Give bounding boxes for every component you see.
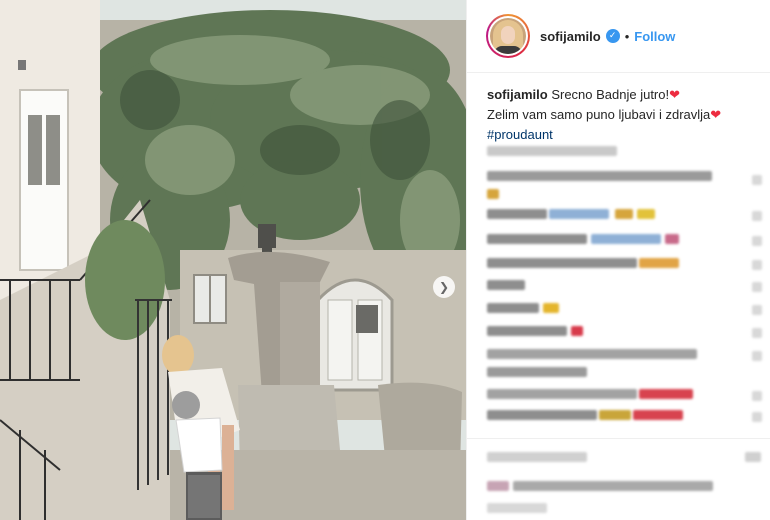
caption-line-1: Srecno Badnje jutro! — [551, 87, 670, 102]
caption-line-2: Zelim vam samo puno ljubavi i zdravlja — [487, 107, 711, 122]
post-caption: sofijamilo Srecno Badnje jutro!❤ Zelim v… — [467, 73, 770, 144]
post-photo[interactable]: ❯ — [0, 0, 466, 520]
instagram-post: ❯ sofijamilo ✓ • Follow sofijamilo Srecn… — [0, 0, 770, 520]
next-photo-button[interactable]: ❯ — [433, 276, 455, 298]
story-ring[interactable] — [486, 14, 530, 58]
heart-emoji-icon: ❤ — [710, 108, 722, 123]
post-actions-footer — [467, 438, 770, 520]
avatar[interactable] — [490, 18, 526, 54]
heart-emoji-icon: ❤ — [669, 88, 681, 103]
verified-badge-icon: ✓ — [605, 29, 620, 43]
post-header: sofijamilo ✓ • Follow — [467, 0, 770, 73]
chevron-right-icon: ❯ — [438, 280, 450, 294]
hashtag-link[interactable]: #proudaunt — [487, 127, 553, 142]
post-side-panel: sofijamilo ✓ • Follow sofijamilo Srecno … — [466, 0, 770, 520]
separator-dot: • — [624, 28, 630, 44]
follow-button[interactable]: Follow — [634, 29, 675, 44]
post-image — [0, 0, 466, 520]
caption-username[interactable]: sofijamilo — [487, 87, 548, 102]
username-link[interactable]: sofijamilo — [540, 29, 601, 44]
